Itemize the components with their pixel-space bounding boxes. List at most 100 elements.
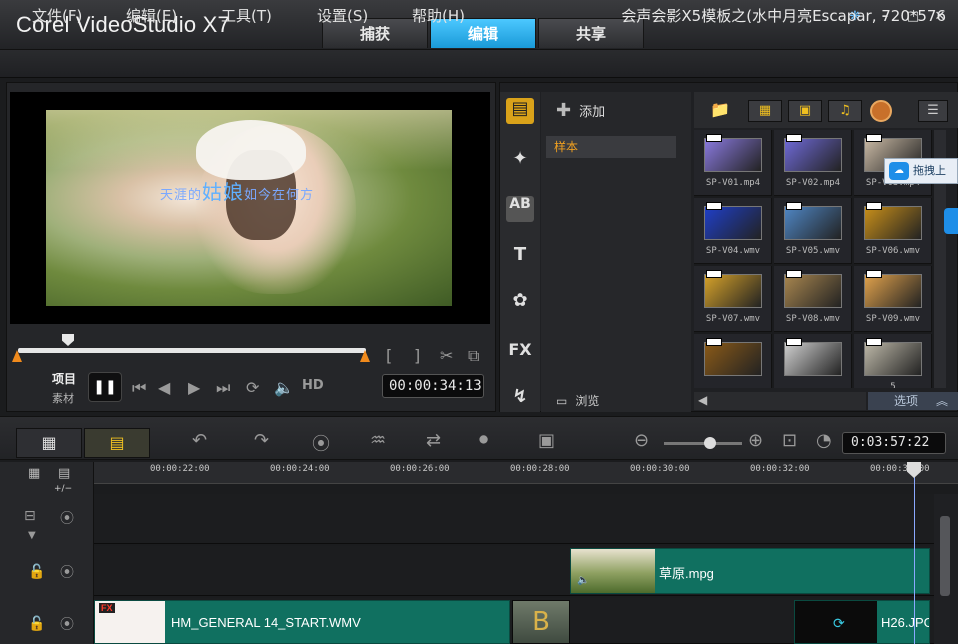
transition-clip-icon[interactable]: B [512, 600, 570, 644]
side-badge-icon[interactable] [944, 208, 958, 234]
hd-button[interactable]: HD [302, 378, 324, 393]
lyric-caption: 天涯的姑娘如今在何方 [160, 176, 314, 205]
menu-tools[interactable]: 工具(T) [221, 5, 272, 26]
add-folder-button[interactable]: ✚ 添加 [556, 100, 605, 121]
film-strip-icon [786, 270, 802, 278]
go-start-icon[interactable]: ⏮ [132, 378, 146, 398]
redo-icon[interactable]: ↷ [254, 430, 269, 451]
mode-project[interactable]: 项目 [52, 370, 76, 387]
filter-icon[interactable]: FX [506, 340, 534, 366]
zoom-slider-knob[interactable] [704, 437, 716, 449]
thumbnail-label: SP-V05.wmv [785, 246, 841, 256]
next-frame-icon[interactable]: ▶ [188, 378, 200, 397]
video-track-icon[interactable]: ⦿ [60, 508, 74, 528]
lyric-after: 如今在何方 [244, 188, 315, 203]
menu-help[interactable]: 帮助(H) [412, 5, 465, 26]
transition-icon[interactable]: AB [506, 196, 534, 222]
pause-button[interactable]: ❚❚ [88, 372, 122, 402]
path-icon[interactable]: ↯ [506, 386, 534, 412]
options-label: 选项 [894, 394, 919, 408]
scrub-bar[interactable] [18, 348, 366, 353]
overlay-track-icon[interactable]: ⦿ [60, 562, 74, 582]
thumbnail-label: SP-V08.wmv [785, 314, 841, 324]
title-icon[interactable]: T [506, 244, 534, 270]
film-reel-icon[interactable] [870, 100, 892, 122]
ripple-edit-icon[interactable]: ⊟ [24, 508, 36, 524]
preview-frame [46, 110, 452, 306]
timeline-view-button[interactable]: ▤ [84, 428, 150, 458]
project-duration[interactable]: 0:03:57:22 [842, 432, 946, 454]
library-thumbnail[interactable]: SP-V07.wmv [694, 266, 772, 332]
browse-button[interactable]: ▭ 浏览 [556, 392, 599, 409]
library-thumbnail[interactable]: SP-V06.wmv [854, 198, 932, 264]
track-manager-icon[interactable]: ▦ [28, 466, 40, 481]
chevron-down-icon[interactable]: ▼ [28, 530, 36, 541]
auto-music-icon[interactable]: ⇄ [426, 430, 441, 451]
clip-name: 草原.mpg [659, 566, 714, 581]
go-end-icon[interactable]: ⏭ [216, 378, 230, 398]
media-icon[interactable]: ▤ [506, 98, 534, 124]
thumbnail-label: SP-V07.wmv [705, 314, 761, 324]
library-thumbnail[interactable]: SP-V01.mp4 [694, 130, 772, 196]
motion-tracking-icon[interactable]: ⚫ [476, 430, 491, 451]
thumbnail-label: SP-V04.wmv [705, 246, 761, 256]
fit-project-icon[interactable]: ⊡ [782, 430, 797, 451]
film-strip-icon [866, 202, 882, 210]
chapter-point-icon[interactable]: ▤ [58, 466, 70, 481]
menu-settings[interactable]: 设置(S) [317, 5, 368, 26]
enlarge-icon[interactable]: ⧉ [468, 346, 479, 366]
mark-out-button[interactable]: ] [414, 346, 420, 365]
clip-hm-general[interactable]: FX HM_GENERAL 14_START.WMV [94, 600, 510, 644]
scissors-icon[interactable]: ✂ [440, 346, 453, 365]
library-thumbnail[interactable]: SP-V02.mp4 [774, 130, 852, 196]
library-thumbnail[interactable]: SP-V08.wmv [774, 266, 852, 332]
mode-clip[interactable]: 素材 [52, 390, 74, 406]
repeat-icon[interactable]: ⟳ [246, 378, 259, 397]
scroll-thumb[interactable] [940, 516, 950, 596]
timecode-display[interactable]: 00:00:34:13 [382, 374, 484, 398]
menu-bar [0, 50, 958, 78]
folder-item-sample[interactable]: 样本 [546, 136, 676, 158]
lock-icon[interactable]: 🔓 [28, 564, 45, 580]
ruler-tick: 00:00:32:00 [750, 464, 810, 474]
library-thumbnail[interactable]: SP-V04.wmv [694, 198, 772, 264]
add-track-button[interactable]: +/− [54, 484, 72, 494]
zoom-slider[interactable] [664, 442, 742, 445]
volume-icon[interactable]: 🔈 [274, 378, 294, 397]
show-photo-icon[interactable]: ▣ [788, 100, 822, 122]
instant-project-icon[interactable]: ✦ [506, 148, 534, 174]
library-thumbnail[interactable]: SP-V09.wmv [854, 266, 932, 332]
show-audio-icon[interactable]: ♫ [828, 100, 862, 122]
record-capture-icon[interactable]: ⦿ [312, 430, 330, 456]
mark-in-button[interactable]: [ [386, 346, 392, 365]
show-video-icon[interactable]: ▦ [748, 100, 782, 122]
library-thumbnail[interactable]: 5 [854, 334, 932, 388]
thumbnail-label: SP-V02.mp4 [785, 178, 841, 188]
thumbnail-image [784, 206, 842, 240]
overlay-track-2-icon[interactable]: ⦿ [60, 614, 74, 634]
list-view-icon[interactable]: ☰ [918, 100, 948, 122]
folder-icon[interactable]: 📁 [710, 100, 730, 119]
library-thumbnail[interactable] [694, 334, 772, 388]
library-hscroll[interactable]: ◀ [694, 392, 866, 410]
subtitle-editor-icon[interactable]: ▣ [538, 430, 555, 451]
library-thumbnail[interactable]: SP-V05.wmv [774, 198, 852, 264]
lock-icon[interactable]: 🔓 [28, 616, 45, 632]
library-thumbnail[interactable] [774, 334, 852, 388]
zoom-out-icon[interactable]: ⊖ [634, 430, 649, 451]
menu-file[interactable]: 文件(F) [32, 5, 82, 26]
scroll-left-icon[interactable]: ◀ [698, 393, 707, 407]
undo-icon[interactable]: ↶ [192, 430, 207, 451]
timeline-vscroll[interactable] [934, 494, 958, 644]
options-button[interactable]: 选项 ︽ [868, 392, 958, 410]
clip-grassland[interactable]: 🔈 草原.mpg [570, 548, 930, 594]
menu-edit[interactable]: 编辑(E) [126, 5, 177, 26]
storyboard-view-button[interactable]: ▦ [16, 428, 82, 458]
track-row[interactable] [94, 494, 934, 544]
sound-mixer-icon[interactable]: ♒ [370, 430, 386, 451]
graphic-icon[interactable]: ✿ [506, 290, 534, 316]
clip-h26[interactable]: ⟳ H26.JPG [794, 600, 930, 644]
prev-frame-icon[interactable]: ◀ [158, 378, 170, 397]
playhead-line[interactable] [914, 470, 915, 644]
zoom-in-icon[interactable]: ⊕ [748, 430, 763, 451]
